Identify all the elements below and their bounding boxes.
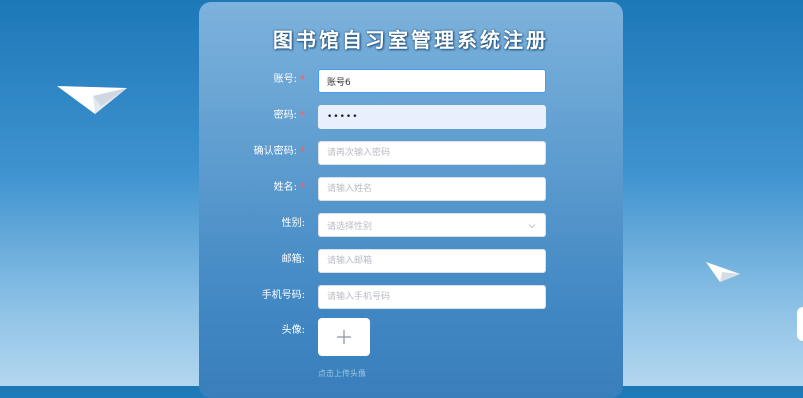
gender-select-placeholder: 请选择性别 bbox=[327, 222, 373, 232]
side-tab[interactable] bbox=[797, 307, 803, 341]
account-label: 账号: * bbox=[273, 74, 305, 85]
required-mark: * bbox=[300, 110, 305, 121]
password-input[interactable] bbox=[318, 105, 546, 129]
gender-select[interactable]: 请选择性别 bbox=[318, 213, 546, 237]
phone-label: 手机号码: bbox=[261, 290, 305, 301]
page-title: 图书馆自习室管理系统注册 bbox=[273, 28, 549, 52]
paper-plane-icon bbox=[706, 262, 740, 282]
name-label: 姓名: * bbox=[273, 182, 305, 193]
form-row-avatar: 头像: bbox=[199, 318, 623, 356]
password-label: 密码: * bbox=[273, 110, 305, 121]
required-mark: * bbox=[300, 182, 305, 193]
email-label: 邮箱: bbox=[281, 254, 305, 265]
form-row-account: 账号: * bbox=[199, 69, 623, 93]
account-input[interactable] bbox=[318, 69, 546, 93]
register-card: 图书馆自习室管理系统注册 账号:* 密码:* 确认密码:* 姓名:* 性别: 请… bbox=[199, 2, 623, 398]
avatar-upload-hint: 点击上传头像 bbox=[318, 369, 366, 378]
plus-icon bbox=[337, 330, 351, 344]
form-row-password: 密码: * bbox=[199, 105, 623, 129]
form-row-email: 邮箱: bbox=[199, 249, 623, 273]
form-row-confirm-password: 确认密码: * bbox=[199, 141, 623, 165]
gender-label: 性别: bbox=[281, 218, 305, 229]
email-input[interactable] bbox=[318, 249, 546, 273]
name-input[interactable] bbox=[318, 177, 546, 201]
chevron-down-icon bbox=[528, 224, 536, 229]
confirm-password-input[interactable] bbox=[318, 141, 546, 165]
paper-plane-icon bbox=[57, 86, 127, 114]
avatar-label: 头像: bbox=[281, 325, 305, 336]
required-mark: * bbox=[300, 146, 305, 157]
form-row-phone: 手机号码: bbox=[199, 285, 623, 309]
required-mark: * bbox=[300, 74, 305, 85]
phone-input[interactable] bbox=[318, 285, 546, 309]
avatar-upload-button[interactable] bbox=[318, 318, 370, 356]
form-row-gender: 性别: 请选择性别 bbox=[199, 213, 623, 237]
form-row-name: 姓名: * bbox=[199, 177, 623, 201]
confirm-password-label: 确认密码: * bbox=[253, 146, 305, 157]
